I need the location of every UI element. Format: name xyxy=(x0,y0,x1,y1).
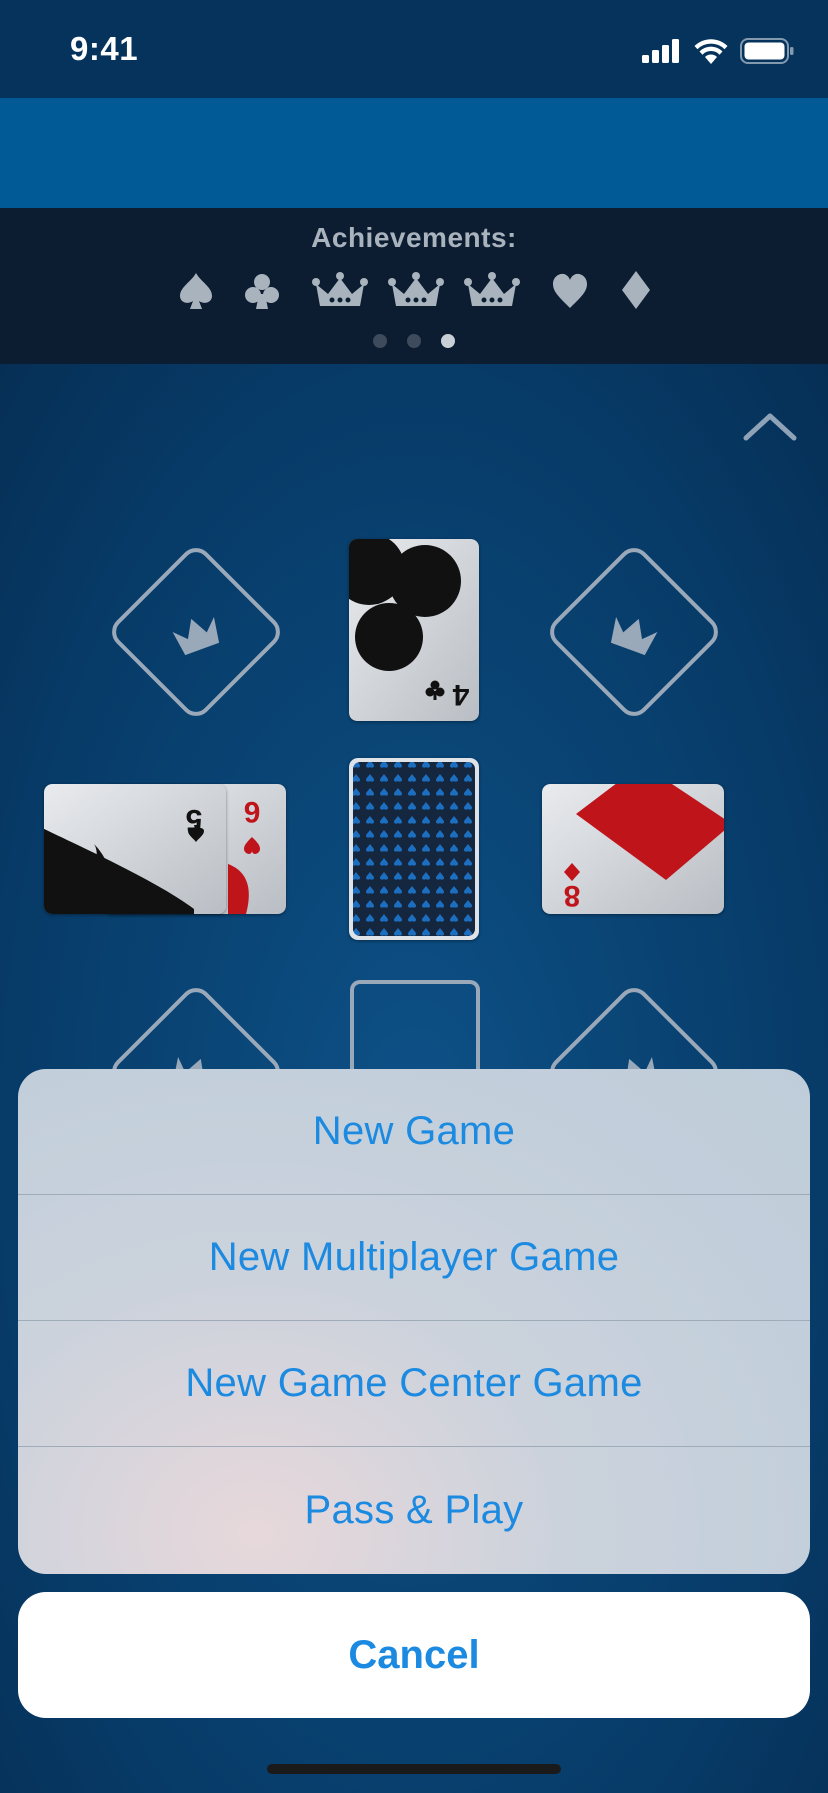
status-time: 9:41 xyxy=(70,30,139,67)
pass-and-play-button[interactable]: Pass & Play xyxy=(18,1447,810,1573)
deck-card-back[interactable] xyxy=(349,758,479,940)
crown-icon xyxy=(312,272,368,306)
crown-icon xyxy=(172,616,220,656)
new-game-center-game-button[interactable]: New Game Center Game xyxy=(18,1321,810,1447)
diamond-icon xyxy=(622,271,650,309)
page-indicator[interactable] xyxy=(0,334,828,348)
battery-icon xyxy=(740,38,794,64)
home-indicator[interactable] xyxy=(267,1764,561,1774)
status-bar: 9:41 xyxy=(0,0,828,98)
achievements-title: Achievements: xyxy=(311,222,517,253)
status-icons xyxy=(642,38,794,64)
page-dot[interactable] xyxy=(407,334,421,348)
achievements-panel[interactable]: Achievements: xyxy=(0,208,828,364)
new-multiplayer-game-button[interactable]: New Multiplayer Game xyxy=(18,1195,810,1321)
card-rank: 4 xyxy=(452,678,469,711)
crown-icon xyxy=(464,272,520,306)
page-dot[interactable] xyxy=(373,334,387,348)
card-left-spade[interactable]: 5 xyxy=(44,784,226,914)
navigation-bar xyxy=(0,98,828,208)
wifi-icon xyxy=(694,39,728,64)
new-game-button[interactable]: New Game xyxy=(18,1069,810,1195)
foundation-slot-top-left[interactable] xyxy=(86,522,306,742)
card-right-diamond[interactable]: 8 xyxy=(542,784,724,914)
cancel-button[interactable]: Cancel xyxy=(18,1592,810,1718)
foundation-slot-bottom-right[interactable] xyxy=(524,962,744,1072)
spade-icon xyxy=(180,273,212,309)
card-rank: 6 xyxy=(244,795,261,828)
card-rank: 8 xyxy=(564,879,581,912)
heart-icon xyxy=(553,273,587,308)
achievement-icons-row xyxy=(180,271,650,309)
action-sheet: New Game New Multiplayer Game New Game C… xyxy=(18,1069,810,1574)
foundation-slot-top-right[interactable] xyxy=(524,522,744,742)
card-top-club[interactable]: 4 xyxy=(349,539,479,721)
club-icon xyxy=(245,274,279,309)
crown-icon xyxy=(388,272,444,306)
signal-icon xyxy=(642,39,679,63)
crown-icon xyxy=(610,616,658,656)
achievement-icons xyxy=(0,266,828,314)
foundation-slot-bottom-left[interactable] xyxy=(86,962,306,1072)
page-dot-active[interactable] xyxy=(441,334,455,348)
chevron-up-icon[interactable] xyxy=(742,410,798,444)
